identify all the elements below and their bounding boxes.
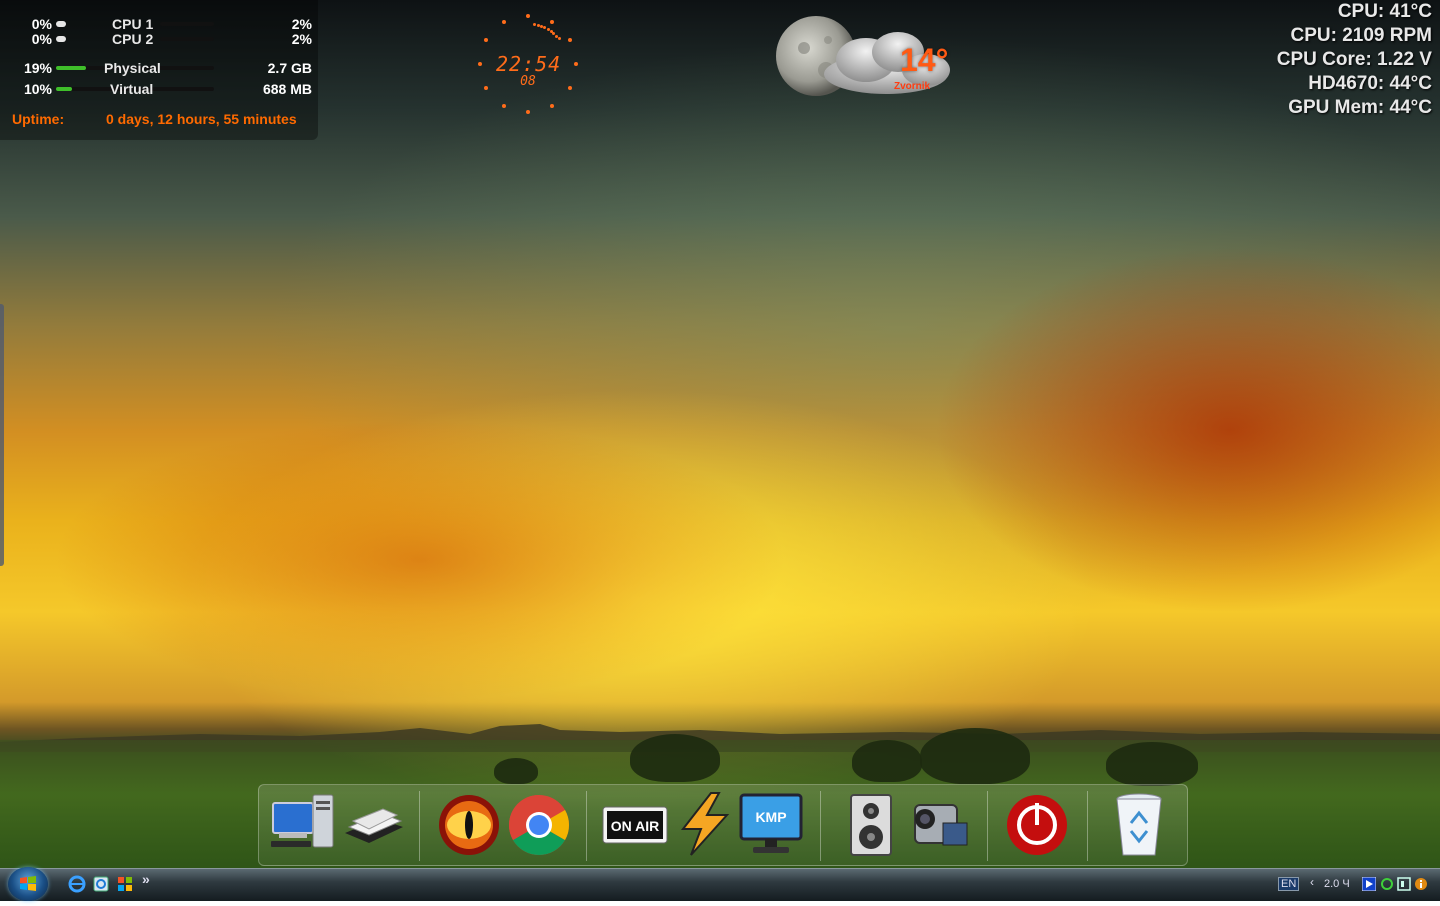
camcorder-icon[interactable] — [905, 789, 973, 859]
chrome-icon[interactable] — [505, 789, 573, 859]
physical-label: Physical — [104, 60, 161, 76]
start-button[interactable] — [8, 867, 48, 901]
cpu1-track — [160, 22, 214, 26]
windows-flag-icon[interactable] — [116, 875, 134, 893]
clock-date: 08 — [520, 74, 536, 89]
cpu2-row: 0% CPU 2 2% — [0, 31, 318, 47]
application-dock: ON AIR KMP — [258, 784, 1188, 866]
system-monitor-gadget: 0% CPU 1 2% 0% CPU 2 2% 19% Physical 2.7… — [0, 0, 318, 140]
on-air-label: ON AIR — [611, 818, 659, 834]
hardware-monitor: CPU: 41°C CPU: 2109 RPM CPU Core: 1.22 V… — [1232, 0, 1432, 120]
hw-gpu-temp: HD4670: 44°C — [1308, 73, 1432, 94]
eye-of-sauron-icon[interactable] — [435, 789, 503, 859]
physical-value: 2.7 GB — [267, 60, 312, 76]
clock-hour-marker — [550, 103, 554, 108]
clock-hour-marker — [502, 103, 506, 108]
virtual-usage-fill — [56, 87, 72, 91]
cpu2-mini-bar — [56, 36, 66, 42]
clock-gadget[interactable]: 22:54 08 — [468, 8, 588, 126]
info-icon[interactable] — [1414, 877, 1428, 891]
clock-hour-marker — [478, 62, 482, 66]
cpu2-right-percent: 2% — [291, 31, 312, 47]
taskbar: » EN ‹ 2.0 Ч — [0, 867, 1440, 901]
uptime-value: 0 days, 12 hours, 55 minutes — [106, 111, 297, 127]
clock-time: 22:54 — [496, 52, 562, 76]
power-icon[interactable] — [1003, 789, 1071, 859]
cpu1-row: 0% CPU 1 2% — [0, 16, 318, 32]
tree — [494, 758, 538, 784]
virtual-percent: 10% — [23, 81, 52, 97]
network-icon[interactable] — [1397, 877, 1411, 891]
clock-hour-marker — [550, 20, 554, 25]
cpu1-label: CPU 1 — [112, 16, 154, 32]
quicklaunch-overflow[interactable]: » — [142, 871, 150, 887]
dock-separator — [586, 791, 587, 861]
cpu2-track — [160, 37, 214, 41]
cpu1-right-percent: 2% — [291, 16, 312, 32]
clock-hour-marker — [502, 20, 506, 25]
clock-second-marker — [532, 23, 536, 27]
virtual-value: 688 MB — [262, 81, 312, 97]
cpu2-left-percent: 0% — [31, 31, 52, 47]
speaker-icon[interactable] — [837, 789, 905, 859]
sidebar-handle[interactable] — [0, 304, 4, 566]
physical-usage-fill — [56, 66, 87, 70]
uptime-label: Uptime: — [12, 111, 65, 127]
language-indicator[interactable]: EN — [1278, 877, 1300, 891]
weather-gadget[interactable]: 14° Zvornik — [776, 12, 966, 104]
clock-hour-marker — [574, 62, 578, 66]
dock-separator — [419, 791, 420, 861]
windows-logo-icon — [20, 876, 36, 891]
clock-second-marker — [557, 37, 561, 41]
dock-separator — [987, 791, 988, 861]
hw-cpu-core-voltage: CPU Core: 1.22 V — [1276, 49, 1432, 70]
hw-cpu-fan: CPU: 2109 RPM — [1290, 25, 1433, 46]
virtual-memory-row: 10% Virtual 688 MB — [0, 81, 318, 97]
weather-temperature: 14° — [900, 42, 949, 78]
media-play-icon[interactable] — [1362, 877, 1376, 891]
recycle-bin-icon[interactable] — [1105, 789, 1173, 859]
clock-second-marker — [543, 26, 547, 30]
clock-hour-marker — [526, 110, 530, 114]
dock-separator — [1087, 791, 1088, 861]
tree — [852, 740, 922, 782]
tray-status-text: 2.0 Ч — [1324, 878, 1350, 890]
tree — [1106, 742, 1198, 786]
dock-separator — [820, 791, 821, 861]
tree — [630, 734, 720, 782]
documents-icon[interactable] — [339, 789, 407, 859]
ie-window-icon[interactable] — [92, 875, 110, 893]
cpu1-mini-bar — [56, 21, 66, 27]
clock-hour-marker — [567, 86, 572, 90]
winamp-icon[interactable] — [671, 789, 739, 859]
hw-cpu-temp: CPU: 41°C — [1337, 1, 1432, 22]
kmplayer-icon[interactable]: KMP — [737, 789, 805, 859]
computer-icon[interactable] — [269, 789, 337, 859]
tray-expand-chevron-icon[interactable]: ‹ — [1310, 875, 1314, 889]
clock-hour-marker — [567, 38, 572, 42]
clock-hour-marker — [484, 38, 489, 42]
clock-hour-marker — [484, 86, 489, 90]
physical-memory-row: 19% Physical 2.7 GB — [0, 60, 318, 76]
cpu1-left-percent: 0% — [31, 16, 52, 32]
status-ring-icon[interactable] — [1380, 877, 1394, 891]
virtual-label: Virtual — [110, 81, 154, 97]
cpu2-label: CPU 2 — [112, 31, 154, 47]
weather-location: Zvornik — [894, 81, 931, 92]
hw-gpu-mem-temp: GPU Mem: 44°C — [1288, 97, 1432, 118]
clock-hour-marker — [526, 14, 530, 18]
kmp-label: KMP — [755, 809, 786, 825]
internet-explorer-icon[interactable] — [68, 875, 86, 893]
physical-percent: 19% — [23, 60, 52, 76]
tree — [920, 728, 1030, 784]
on-air-icon[interactable]: ON AIR — [601, 789, 669, 859]
